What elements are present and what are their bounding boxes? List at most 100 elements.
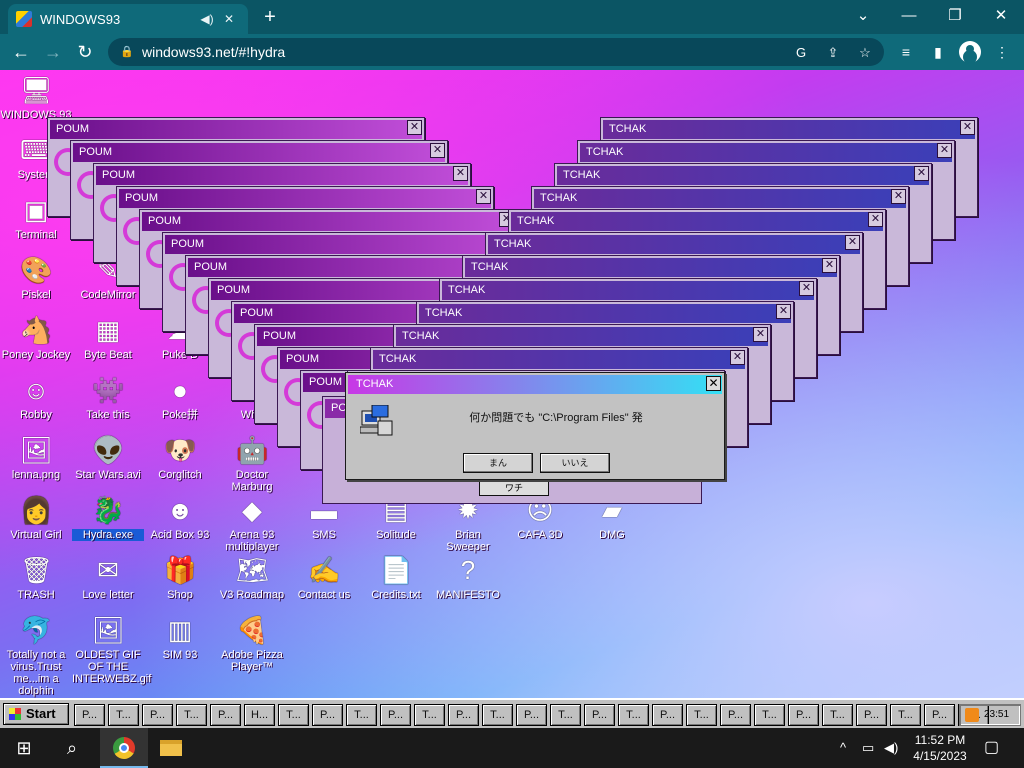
dialog-close-button[interactable]: ✕ [706, 376, 721, 391]
poum-close-button[interactable]: ✕ [453, 166, 468, 181]
bookmark-star-icon[interactable]: ☆ [856, 44, 874, 62]
tchak-close-button[interactable]: ✕ [730, 350, 745, 365]
tchak-close-button[interactable]: ✕ [937, 143, 952, 158]
volume-icon[interactable]: ◀) [884, 739, 898, 757]
icon-virtual-girl[interactable]: 👩 Virtual Girl [0, 494, 72, 541]
taskbar-window-button[interactable]: H... [244, 704, 275, 726]
icon-corglitch[interactable]: 🐶 Corglitch [144, 434, 216, 481]
google-icon[interactable]: G [792, 44, 810, 62]
tchak-close-button[interactable]: ✕ [891, 189, 906, 204]
network-icon[interactable]: ▭ [862, 739, 874, 757]
icon-piskel[interactable]: 🎨 Piskel [0, 254, 72, 301]
tchak-close-button[interactable]: ✕ [845, 235, 860, 250]
tchak-titlebar[interactable]: TCHAK [442, 281, 814, 300]
taskbar-window-button[interactable]: P... [380, 704, 411, 726]
icon-lenna[interactable]: 🖼 lenna.png [0, 434, 72, 481]
icon-star-wars[interactable]: 👽 Star Wars.avi [72, 434, 144, 481]
icon-pokeball[interactable]: ● Poke拼 [144, 374, 216, 421]
icon-arena93[interactable]: ◆ Arena 93 multiplayer [216, 494, 288, 553]
icon-hydra[interactable]: 🐉 Hydra.exe [72, 494, 144, 541]
tchak-close-button[interactable]: ✕ [914, 166, 929, 181]
tchak-close-button[interactable]: ✕ [776, 304, 791, 319]
tchak-titlebar[interactable]: TCHAK [580, 143, 952, 162]
close-window-button[interactable]: ✕ [978, 0, 1024, 34]
icon-credits[interactable]: 📄 Credits.txt [360, 554, 432, 601]
tchak-titlebar[interactable]: TCHAK [488, 235, 860, 254]
icon-manifesto[interactable]: ? MANIFESTO [432, 554, 504, 601]
forward-arrow-icon[interactable]: → [40, 39, 66, 65]
background-dialog-button[interactable]: ワチ [479, 480, 549, 496]
icon-adobe-pizza[interactable]: 🍕 Adobe Pizza Player™ [216, 614, 288, 673]
new-tab-button[interactable]: + [258, 4, 282, 30]
tchak-titlebar[interactable]: TCHAK [557, 166, 929, 185]
dialog-yes-button[interactable]: まん [463, 453, 533, 473]
taskbar-window-button[interactable]: P... [652, 704, 683, 726]
taskbar-window-button[interactable]: P... [584, 704, 615, 726]
icon-contact[interactable]: ✍ Contact us [288, 554, 360, 601]
tchak-titlebar[interactable]: TCHAK [396, 327, 768, 346]
taskbar-window-button[interactable]: T... [550, 704, 581, 726]
taskbar-window-button[interactable]: T... [754, 704, 785, 726]
taskbar-window-button[interactable]: T... [278, 704, 309, 726]
icon-v3-roadmap[interactable]: 🗺 V3 Roadmap [216, 554, 288, 601]
tab-search-chevron-icon[interactable]: ⌄ [840, 0, 886, 34]
tchak-titlebar[interactable]: TCHAK [419, 304, 791, 323]
taskbar-window-button[interactable]: T... [686, 704, 717, 726]
icon-take-this[interactable]: 👾 Take this [72, 374, 144, 421]
tchak-titlebar[interactable]: TCHAK [534, 189, 906, 208]
poum-close-button[interactable]: ✕ [407, 120, 422, 135]
media-control-icon[interactable]: ≡ [896, 42, 916, 62]
taskbar-window-button[interactable]: P... [312, 704, 343, 726]
icon-not-a-virus[interactable]: 🐬 Totally not a virus.Trust me...im a dol… [0, 614, 72, 697]
poum-titlebar[interactable]: POUM [119, 189, 491, 208]
minimize-button[interactable]: — [886, 0, 932, 34]
icon-robby[interactable]: ☺ Robby [0, 374, 72, 421]
system-clock[interactable]: 11:52 PM 4/15/2023 [908, 732, 972, 764]
icon-shop[interactable]: 🎁 Shop [144, 554, 216, 601]
poum-close-button[interactable]: ✕ [430, 143, 445, 158]
taskbar-window-button[interactable]: T... [618, 704, 649, 726]
taskbar-window-button[interactable]: P... [74, 704, 105, 726]
taskbar-window-button[interactable]: T... [414, 704, 445, 726]
menu-kebab-icon[interactable]: ⋮ [992, 42, 1012, 62]
tab-close-icon[interactable]: ✕ [218, 12, 240, 26]
reload-icon[interactable]: ↻ [72, 39, 98, 65]
tchak-titlebar[interactable]: TCHAK [373, 350, 745, 369]
icon-oldest-gif[interactable]: 🖼 OLDEST GIF OF THE INTERWEBZ.gif [72, 614, 151, 685]
tchak-titlebar[interactable]: TCHAK [511, 212, 883, 231]
profile-avatar-icon[interactable] [959, 41, 981, 63]
taskbar-window-button[interactable]: P... [924, 704, 955, 726]
chrome-taskbar-icon[interactable] [100, 728, 148, 768]
speaker-icon[interactable]: ◀) [196, 12, 218, 26]
address-bar[interactable]: 🔒 windows93.net/#!hydra G ⇪ ☆ [108, 38, 884, 66]
search-icon[interactable]: ⌕ [48, 728, 96, 768]
taskbar-window-button[interactable]: T... [822, 704, 853, 726]
taskbar-window-button[interactable]: T... [482, 704, 513, 726]
poum-titlebar[interactable]: POUM [73, 143, 445, 162]
taskbar-window-button[interactable]: P... [448, 704, 479, 726]
icon-windows93[interactable]: 🖥 WINDOWS 93 [0, 74, 72, 121]
dialog-no-button[interactable]: いいえ [540, 453, 610, 473]
side-panel-icon[interactable]: ▮ [928, 42, 948, 62]
tchak-close-button[interactable]: ✕ [822, 258, 837, 273]
taskbar-window-button[interactable]: T... [890, 704, 921, 726]
taskbar-window-button[interactable]: P... [788, 704, 819, 726]
icon-byte-beat[interactable]: ▦ Byte Beat [72, 314, 144, 361]
poum-titlebar[interactable]: POUM [96, 166, 468, 185]
tchak-close-button[interactable]: ✕ [799, 281, 814, 296]
taskbar-window-button[interactable]: T... [108, 704, 139, 726]
poum-close-button[interactable]: ✕ [476, 189, 491, 204]
icon-trash[interactable]: 🗑 TRASH [0, 554, 72, 601]
taskbar-window-button[interactable]: T... [346, 704, 377, 726]
lock-icon[interactable]: 🔒 [120, 38, 134, 66]
tchak-titlebar[interactable]: TCHAK [465, 258, 837, 277]
windows-start-icon[interactable]: ⊞ [0, 728, 48, 768]
icon-poney-jockey[interactable]: 🐴 Poney Jockey [0, 314, 72, 361]
icon-sim93[interactable]: ▥ SIM 93 [144, 614, 216, 661]
poum-titlebar[interactable]: POUM [142, 212, 514, 231]
taskbar-window-button[interactable]: P... [856, 704, 887, 726]
tchak-titlebar[interactable]: TCHAK [603, 120, 975, 139]
taskbar-window-button[interactable]: P... [516, 704, 547, 726]
restore-button[interactable]: ❐ [932, 0, 978, 34]
browser-tab[interactable]: WINDOWS93 ◀) ✕ [8, 4, 248, 34]
